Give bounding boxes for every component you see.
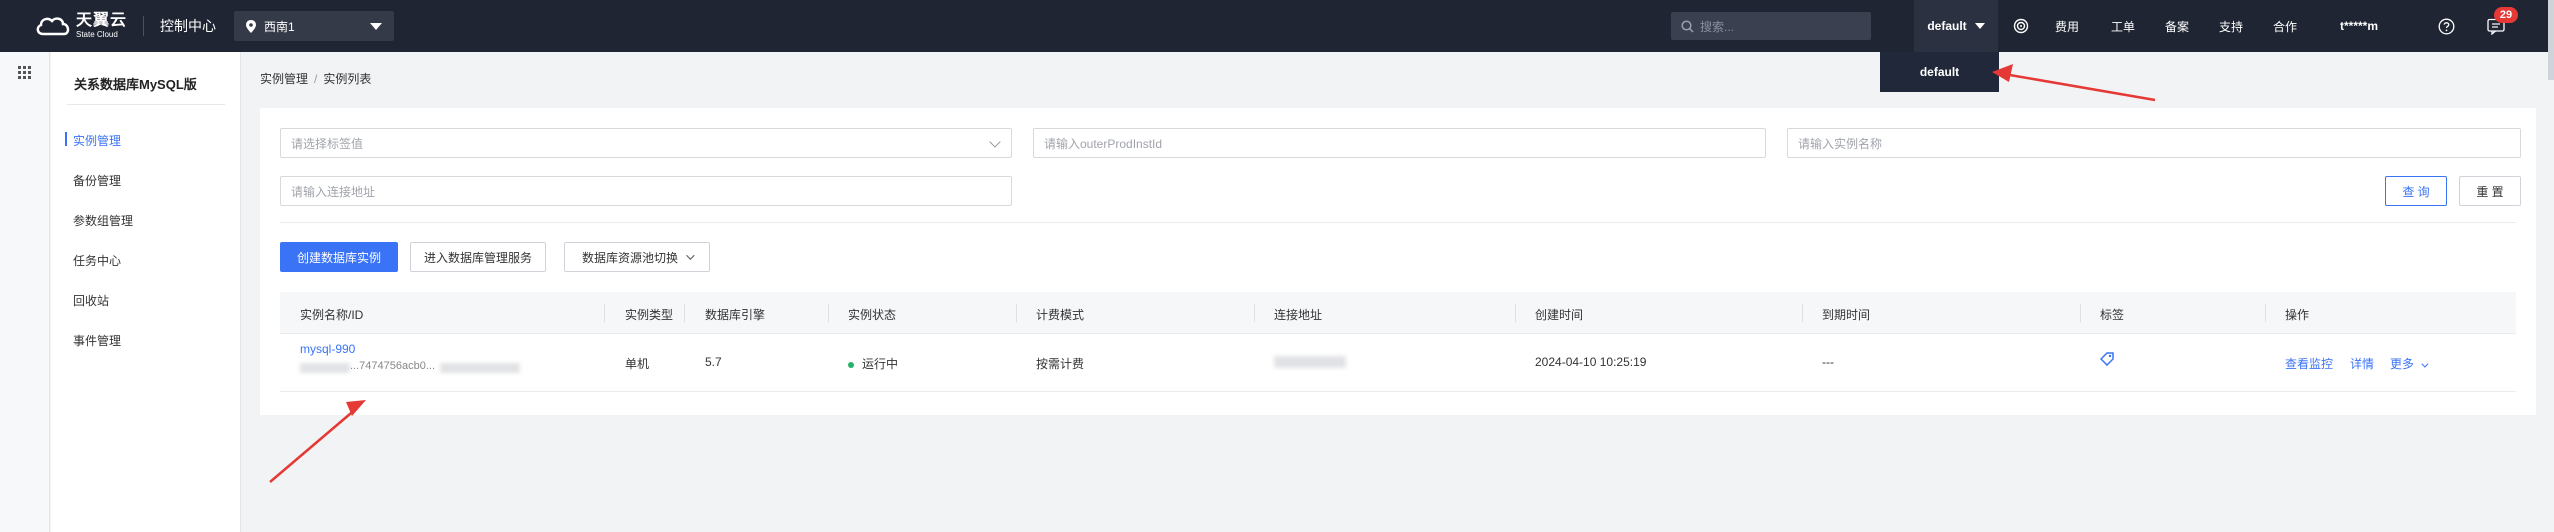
scrollbar[interactable] [2548,0,2554,80]
col-expires: 到期时间 [1822,308,1871,322]
region-label: 西南1 [264,19,295,34]
table-header: 实例名称/ID 实例类型 数据库引擎 实例状态 计费模式 连接地址 创建时间 到… [280,292,2516,334]
enter-db-management-button[interactable]: 进入数据库管理服务 [410,242,546,272]
app-rail [0,52,50,532]
location-pin-icon [246,19,257,33]
console-link[interactable]: 控制中心 [160,16,216,36]
more-label: 更多 [2390,357,2415,371]
instance-id-partial: ...7474756acb0... [350,360,436,372]
outer-id-placeholder: 请输入outerProdInstId [1044,136,1163,151]
sidebar-item-param-groups[interactable]: 参数组管理 [73,212,133,229]
tag-select-placeholder: 请选择标签值 [291,136,364,151]
col-billing: 计费模式 [1036,308,1085,322]
chevron-down-icon [370,22,383,30]
outer-prod-inst-id-input[interactable]: 请输入outerProdInstId [1033,128,1766,158]
nav-billing[interactable]: 费用 [2055,0,2079,52]
chevron-down-icon [1974,23,1985,29]
sidebar-item-events[interactable]: 事件管理 [73,332,121,349]
instance-name-link[interactable]: mysql-990 [300,342,355,356]
query-button[interactable]: 查 询 [2385,176,2447,206]
redacted-id [440,363,520,373]
billing-mode: 按需计费 [1036,357,1085,371]
target-icon [2013,18,2029,34]
col-operations: 操作 [2285,308,2310,322]
redacted-id [300,363,350,373]
col-name-id: 实例名称/ID [300,308,364,322]
col-created: 创建时间 [1535,308,1584,322]
help-icon [2438,18,2455,34]
status-text: 运行中 [862,357,899,371]
account-label: default [1927,19,1967,33]
divider [143,16,145,36]
brand-name: 天翼云 [76,12,128,29]
breadcrumb-instance-list: 实例列表 [323,72,372,86]
tag-icon [2099,352,2114,367]
global-search-input[interactable]: 搜索... [1671,12,1871,40]
chevron-down-icon [686,251,695,260]
col-engine: 数据库引擎 [705,308,766,322]
target-icon-button[interactable] [2013,0,2029,52]
sidebar-item-instances[interactable]: 实例管理 [64,132,121,149]
col-type: 实例类型 [625,308,674,322]
sidebar-item-backup[interactable]: 备份管理 [73,172,121,189]
status-dot [848,361,854,368]
annotation-arrow-icon [1992,64,2156,102]
product-title: 关系数据库MySQL版 [74,77,197,92]
tag-icon-button[interactable] [2099,352,2114,369]
created-time: 2024-04-10 10:25:19 [1535,355,1647,369]
nav-ticket[interactable]: 工单 [2111,0,2135,52]
instance-name-placeholder: 请输入实例名称 [1798,136,1883,151]
more-dropdown[interactable]: 更多 [2390,355,2429,372]
details-link[interactable]: 详情 [2350,355,2374,372]
connection-address-input[interactable]: 请输入连接地址 [280,176,1012,206]
chevron-down-icon [2421,360,2429,368]
col-status: 实例状态 [848,308,897,322]
breadcrumb: 实例管理 / 实例列表 [260,72,372,86]
help-button[interactable] [2438,0,2455,52]
expire-time: --- [1822,355,1834,369]
reset-button[interactable]: 重 置 [2459,176,2521,206]
instance-type: 单机 [625,357,650,371]
user-menu[interactable]: t*****m [2340,0,2378,52]
product-sidebar: 关系数据库MySQL版 实例管理 备份管理 参数组管理 任务中心 回收站 事件管… [51,52,241,532]
breadcrumb-instance-management[interactable]: 实例管理 [260,72,308,86]
notification-badge: 29 [2494,7,2518,23]
resource-pool-switch-label: 数据库资源池切换 [581,250,678,265]
chevron-down-icon [989,136,1001,148]
nav-cooperation[interactable]: 合作 [2273,0,2297,52]
region-selector[interactable]: 西南1 [234,11,395,41]
cloud-logo-icon [36,17,70,36]
account-switcher[interactable]: default [1914,0,1998,52]
nav-support[interactable]: 支持 [2219,0,2243,52]
col-address: 连接地址 [1274,308,1323,322]
divider [67,104,225,105]
brand-logo[interactable]: 天翼云 State Cloud [34,13,127,39]
redacted-address [1274,356,1346,368]
sidebar-item-recycle-bin[interactable]: 回收站 [73,292,109,309]
apps-grid-icon[interactable] [18,66,32,80]
sidebar-item-tasks[interactable]: 任务中心 [73,252,121,269]
address-placeholder: 请输入连接地址 [291,184,376,199]
table-row: mysql-990 ...7474756acb0... 单机 5.7 运行中 按… [280,334,2516,392]
brand-name-en: State Cloud [76,30,118,39]
divider [280,222,2516,223]
instance-list-card: 请选择标签值 请输入outerProdInstId 请输入实例名称 请输入连接地… [260,108,2536,415]
account-dropdown-option[interactable]: default [1880,52,1999,92]
instance-engine: 5.7 [705,355,722,369]
create-instance-button[interactable]: 创建数据库实例 [280,242,398,272]
view-monitor-link[interactable]: 查看监控 [2285,355,2333,372]
instance-name-input[interactable]: 请输入实例名称 [1787,128,2521,158]
resource-pool-switch-button[interactable]: 数据库资源池切换 [564,242,710,272]
status-badge: 运行中 [848,355,898,372]
search-placeholder: 搜索... [1700,19,1735,34]
nav-filing[interactable]: 备案 [2165,0,2189,52]
search-icon [1681,19,1694,33]
col-tags: 标签 [2100,308,2125,322]
tag-select[interactable]: 请选择标签值 [280,128,1012,158]
